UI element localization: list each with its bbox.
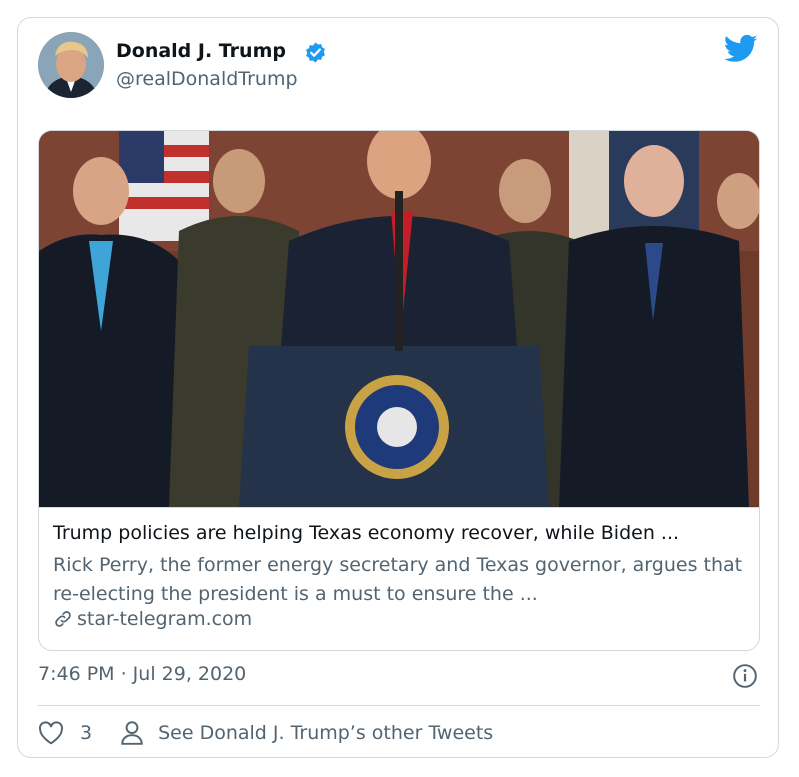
card-photo (39, 131, 759, 507)
tweet-timestamp[interactable]: 7:46 PM · Jul 29, 2020 (38, 663, 246, 685)
link-preview-card[interactable]: Trump policies are helping Texas economy… (38, 130, 760, 651)
tweet-actions: 3 See Donald J. Trump’s other Tweets (38, 718, 493, 748)
card-title[interactable]: Trump policies are helping Texas economy… (53, 522, 679, 544)
card-domain[interactable]: star-telegram.com (53, 608, 252, 630)
divider (38, 705, 760, 706)
person-icon[interactable] (120, 720, 144, 746)
card-description: Rick Perry, the former energy secretary … (53, 554, 743, 605)
link-icon (55, 611, 71, 627)
card-domain-text[interactable]: star-telegram.com (77, 608, 252, 630)
avatar[interactable] (38, 32, 104, 98)
see-other-tweets-link[interactable]: See Donald J. Trump’s other Tweets (158, 722, 493, 744)
author-handle[interactable]: @realDonaldTrump (116, 68, 298, 90)
tweet-embed[interactable]: Donald J. Trump @realDonaldTrump Trump p… (17, 17, 779, 758)
heart-icon[interactable] (38, 721, 64, 745)
card-text[interactable]: Trump policies are helping Texas economy… (39, 507, 759, 650)
author-name[interactable]: Donald J. Trump (116, 40, 286, 62)
like-count[interactable]: 3 (80, 722, 92, 744)
verified-badge-icon (306, 42, 325, 63)
twitter-bird-icon[interactable] (724, 34, 758, 64)
info-icon[interactable] (732, 663, 758, 689)
